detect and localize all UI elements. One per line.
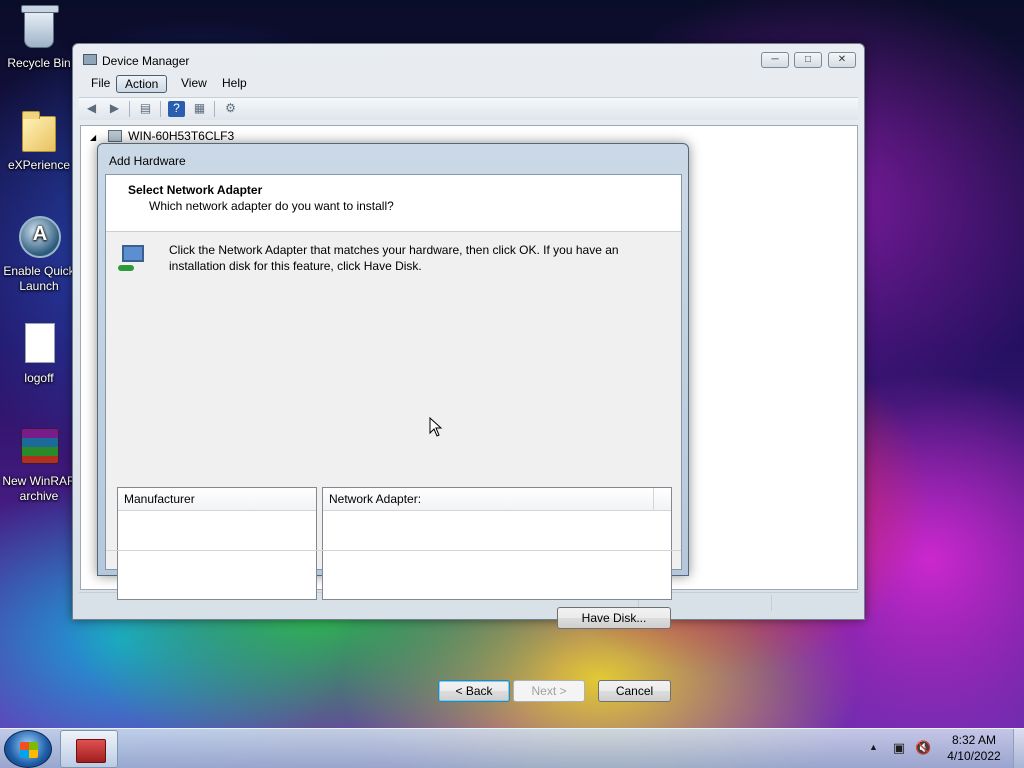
back-button[interactable]: < Back <box>438 680 510 702</box>
network-tray-icon[interactable]: ▣ <box>891 740 907 756</box>
toolbar: ◀ ▶ ▤ ? ▦ ⚙ <box>79 97 858 120</box>
toolbar-separator <box>214 101 215 117</box>
system-clock[interactable]: 8:32 AM 4/10/2022 <box>940 732 1008 764</box>
next-button[interactable]: Next > <box>513 680 585 702</box>
scan-hardware-icon[interactable]: ⚙ <box>222 101 239 117</box>
manufacturer-list[interactable]: Manufacturer <box>117 487 317 600</box>
start-button[interactable] <box>4 730 52 768</box>
menu-bar: File Action View Help <box>79 73 858 95</box>
dialog-title: Add Hardware <box>109 154 186 168</box>
help-icon[interactable]: ? <box>168 101 185 117</box>
clock-time: 8:32 AM <box>951 733 997 747</box>
wizard-heading: Select Network Adapter <box>128 183 263 197</box>
desktop-icon-enable-quick-launch[interactable]: Enable Quick Launch <box>0 216 78 294</box>
device-manager-icon <box>83 54 97 65</box>
desktop-icon-label: Enable Quick Launch <box>3 264 75 293</box>
menu-file[interactable]: File <box>83 75 118 93</box>
desktop-icon-logoff[interactable]: logoff <box>0 323 78 386</box>
properties-icon[interactable]: ▦ <box>191 101 208 117</box>
instructions-text: Click the Network Adapter that matches y… <box>169 243 619 273</box>
button-area-divider <box>106 550 681 551</box>
wizard-header: Select Network Adapter Which network ada… <box>106 175 681 232</box>
taskbar-device-manager-button[interactable] <box>60 730 118 768</box>
menu-help[interactable]: Help <box>214 75 255 93</box>
clock-date: 4/10/2022 <box>947 749 1001 763</box>
have-disk-button[interactable]: Have Disk... <box>557 607 671 629</box>
desktop-icon-label: eXPerience <box>7 158 71 172</box>
cancel-button[interactable]: Cancel <box>598 680 671 702</box>
desktop-icon-label: New WinRAR archive <box>2 474 76 503</box>
toolbar-separator <box>160 101 161 117</box>
window-title: Device Manager <box>102 54 190 68</box>
back-arrow-icon[interactable]: ◀ <box>83 101 100 117</box>
winrar-archive-icon <box>19 426 59 470</box>
tree-root-computer[interactable]: ◢ WIN-60H53T6CLF3 <box>90 129 234 143</box>
maximize-button[interactable]: □ <box>794 52 822 68</box>
wizard-subheading: Which network adapter do you want to ins… <box>149 199 394 213</box>
quick-launch-icon <box>19 216 61 260</box>
recycle-bin-icon <box>19 5 59 52</box>
tree-root-label: WIN-60H53T6CLF3 <box>128 129 235 143</box>
folder-icon <box>19 110 59 154</box>
desktop-icon-recycle-bin[interactable]: Recycle Bin <box>0 5 78 71</box>
menu-action[interactable]: Action <box>116 75 168 93</box>
desktop-icon-experience[interactable]: eXPerience <box>0 110 78 173</box>
forward-arrow-icon[interactable]: ▶ <box>106 101 123 117</box>
column-divider <box>653 488 654 511</box>
network-adapter-icon <box>118 245 146 275</box>
desktop-icon-label: logoff <box>24 371 54 385</box>
computer-icon <box>108 130 123 142</box>
show-hide-console-tree-icon[interactable]: ▤ <box>137 101 154 117</box>
manufacturer-column-header[interactable]: Manufacturer <box>118 488 316 511</box>
device-manager-titlebar[interactable]: Device Manager ─ □ ✕ <box>73 44 864 74</box>
network-adapter-list[interactable]: Network Adapter: <box>322 487 672 600</box>
add-hardware-dialog[interactable]: Add Hardware Select Network Adapter Whic… <box>97 143 689 702</box>
close-button[interactable]: ✕ <box>828 52 856 68</box>
menu-view[interactable]: View <box>173 75 215 93</box>
toolbar-separator <box>129 101 130 117</box>
volume-muted-icon[interactable]: 🔇 <box>915 740 931 756</box>
network-adapter-column-header[interactable]: Network Adapter: <box>323 488 671 511</box>
minimize-button[interactable]: ─ <box>761 52 789 68</box>
desktop-icon-winrar-archive[interactable]: New WinRAR archive <box>0 426 78 504</box>
tree-expand-arrow-icon[interactable]: ◢ <box>90 133 96 142</box>
status-cell <box>771 595 857 611</box>
show-desktop-button[interactable] <box>1013 729 1024 768</box>
document-icon <box>19 323 59 367</box>
show-hidden-icons-icon[interactable]: ▲ <box>869 742 878 752</box>
desktop-icon-label: Recycle Bin <box>7 56 71 70</box>
dialog-body: Select Network Adapter Which network ada… <box>105 174 682 702</box>
